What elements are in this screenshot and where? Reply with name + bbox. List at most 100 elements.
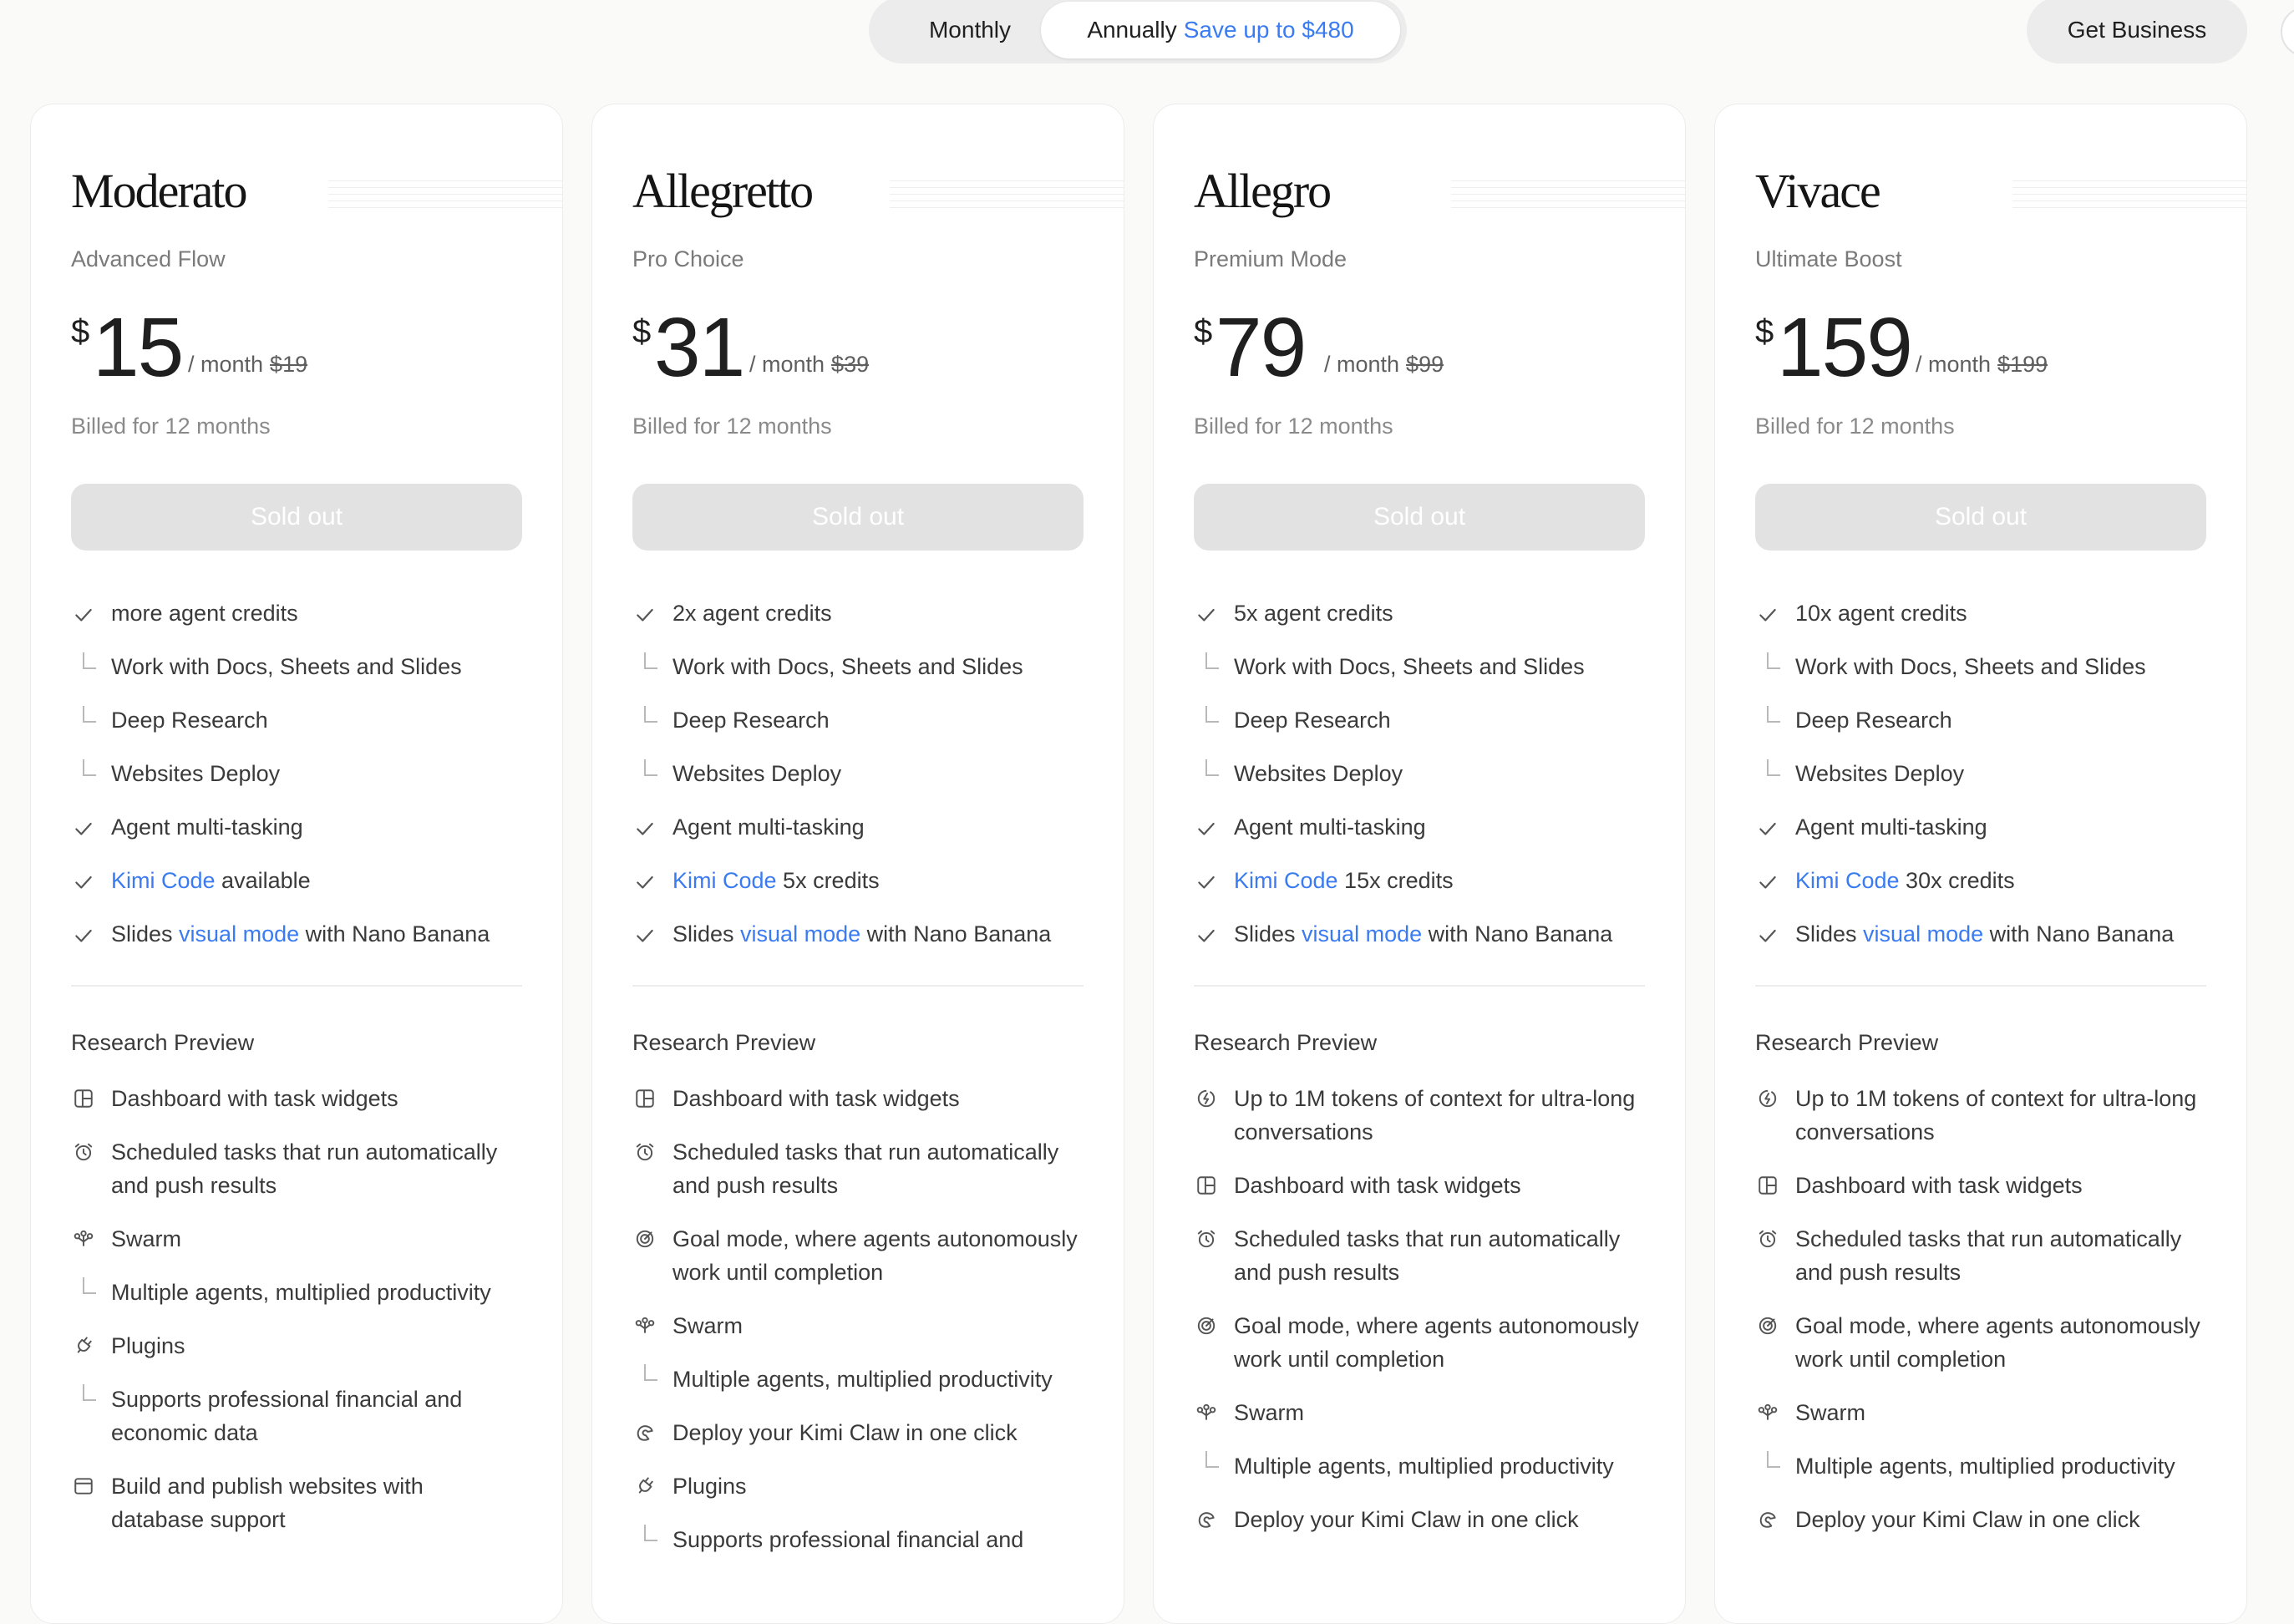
feature-suffix: with Nano Banana (1422, 921, 1613, 946)
billing-note: Billed for 12 months (71, 414, 271, 439)
research-item: Plugins (71, 1329, 522, 1363)
visual-mode-link[interactable]: visual mode (1302, 921, 1422, 946)
price-row: $ 15 / month $19 (71, 302, 522, 393)
sold-out-button[interactable]: Sold out (1194, 484, 1645, 551)
research-item: Goal mode, where agents autonomously wor… (1755, 1309, 2206, 1376)
sold-out-button[interactable]: Sold out (71, 484, 522, 551)
get-business-button[interactable]: Get Business (2027, 0, 2247, 63)
feature-subitem: Work with Docs, Sheets and Slides (71, 642, 522, 696)
feature-suffix: with Nano Banana (299, 921, 490, 946)
annually-option[interactable]: Annually Save up to $480 (1041, 2, 1400, 58)
research-text: Multiple agents, multiplied productivity (111, 1280, 491, 1305)
feature-prefix: Slides (1795, 921, 1864, 946)
kimi-code-link[interactable]: Kimi Code (672, 868, 777, 893)
alarm-clock-icon (1759, 1230, 1777, 1248)
research-text: Goal mode, where agents autonomously wor… (1234, 1313, 1639, 1372)
sold-out-button[interactable]: Sold out (632, 484, 1084, 551)
feature-subitem: Websites Deploy (632, 749, 1084, 803)
original-price: $199 (1997, 352, 2048, 377)
feature-item: 5x agent credits (1194, 589, 1645, 642)
feature-subitem: Websites Deploy (1755, 749, 2206, 803)
feature-item: Slides visual mode with Nano Banana (632, 910, 1084, 963)
plan-card-allegro: Allegro Premium Mode $ 79 / month $99 Bil… (1153, 104, 1686, 1624)
feature-text: Kimi Code 15x credits (1234, 868, 1454, 894)
subitem-connector-icon (83, 1384, 96, 1401)
subitem-connector-icon (83, 652, 96, 669)
per-month: / month (1916, 352, 1992, 377)
research-item: Deploy your Kimi Claw in one click (1755, 1503, 2206, 1536)
feature-text: Work with Docs, Sheets and Slides (1795, 654, 2146, 679)
feature-item: Agent multi-tasking (632, 803, 1084, 856)
browser-window-icon (74, 1478, 93, 1495)
check-icon (75, 822, 92, 835)
plan-name: Moderato (71, 164, 247, 218)
research-item: Swarm (632, 1309, 1084, 1342)
check-icon (1198, 875, 1215, 889)
currency-symbol: $ (71, 313, 90, 350)
claw-icon (1198, 1512, 1215, 1528)
research-item: Up to 1M tokens of context for ultra-lon… (1194, 1082, 1645, 1149)
feature-list: 10x agent credits Work with Docs, Sheets… (1755, 589, 2206, 963)
research-item: Deploy your Kimi Claw in one click (1194, 1503, 1645, 1536)
divider (1755, 985, 2206, 987)
edge-circle-button[interactable] (2281, 7, 2294, 57)
decorative-lines (1451, 175, 1685, 210)
feature-list: more agent credits Work with Docs, Sheet… (71, 589, 522, 963)
research-text: Dashboard with task widgets (1795, 1173, 2083, 1198)
plug-icon (77, 1337, 92, 1353)
subitem-connector-icon (644, 1525, 657, 1541)
plan-name: Allegro (1194, 164, 1332, 218)
check-icon (1759, 608, 1776, 622)
claw-icon (637, 1425, 653, 1441)
feature-text: Agent multi-tasking (1795, 815, 1987, 840)
kimi-code-link[interactable]: Kimi Code (111, 868, 216, 893)
research-item: Scheduled tasks that run automatically a… (1755, 1222, 2206, 1289)
check-icon (75, 608, 92, 622)
kimi-code-link[interactable]: Kimi Code (1795, 868, 1900, 893)
research-item: Dashboard with task widgets (1755, 1169, 2206, 1202)
research-item: Scheduled tasks that run automatically a… (1194, 1222, 1645, 1289)
feature-prefix: Slides (111, 921, 180, 946)
subitem-connector-icon (83, 706, 96, 723)
feature-text: Deep Research (111, 708, 268, 733)
plan-card-vivace: Vivace Ultimate Boost $ 159 / month $199 … (1714, 104, 2247, 1624)
research-item: Plugins (632, 1469, 1084, 1503)
feature-text: Websites Deploy (111, 761, 281, 786)
billing-note: Billed for 12 months (1755, 414, 1955, 439)
research-text: Up to 1M tokens of context for ultra-lon… (1234, 1086, 1636, 1144)
feature-suffix: with Nano Banana (860, 921, 1052, 946)
feature-text: Agent multi-tasking (111, 815, 303, 840)
research-text: Multiple agents, multiplied productivity (1795, 1454, 2175, 1479)
visual-mode-link[interactable]: visual mode (740, 921, 860, 946)
monthly-option[interactable]: Monthly (874, 2, 1066, 58)
swarm-icon (635, 1317, 655, 1333)
feature-text: Work with Docs, Sheets and Slides (672, 654, 1023, 679)
research-text: Up to 1M tokens of context for ultra-lon… (1795, 1086, 2197, 1144)
feature-text: Kimi Code 5x credits (672, 868, 880, 894)
research-text: Swarm (111, 1226, 182, 1251)
subitem-connector-icon (1767, 652, 1780, 669)
feature-suffix: 15x credits (1337, 868, 1454, 893)
feature-prefix: Slides (1234, 921, 1302, 946)
per-month: / month (188, 352, 264, 377)
divider (1194, 985, 1645, 987)
plan-subtitle: Premium Mode (1194, 246, 1347, 272)
price-row: $ 159 / month $199 (1755, 302, 2206, 393)
decorative-lines (890, 175, 1124, 210)
visual-mode-link[interactable]: visual mode (179, 921, 299, 946)
subitem-connector-icon (1767, 706, 1780, 723)
kimi-code-link[interactable]: Kimi Code (1234, 868, 1338, 893)
research-list: Dashboard with task widgets Scheduled ta… (71, 1082, 522, 1556)
feature-text: Kimi Code 30x credits (1795, 868, 2015, 894)
price-period: / month $19 (180, 352, 307, 378)
billing-toggle: Monthly Annually Save up to $480 (869, 0, 1407, 63)
feature-text: Slides visual mode with Nano Banana (111, 921, 490, 947)
subitem-connector-icon (1767, 759, 1780, 776)
feature-suffix: with Nano Banana (1983, 921, 2175, 946)
subitem-connector-icon (644, 652, 657, 669)
swarm-icon (1758, 1403, 1778, 1420)
research-preview-title: Research Preview (71, 1030, 255, 1055)
feature-item: Kimi Code 15x credits (1194, 856, 1645, 910)
visual-mode-link[interactable]: visual mode (1863, 921, 1983, 946)
sold-out-button[interactable]: Sold out (1755, 484, 2206, 551)
